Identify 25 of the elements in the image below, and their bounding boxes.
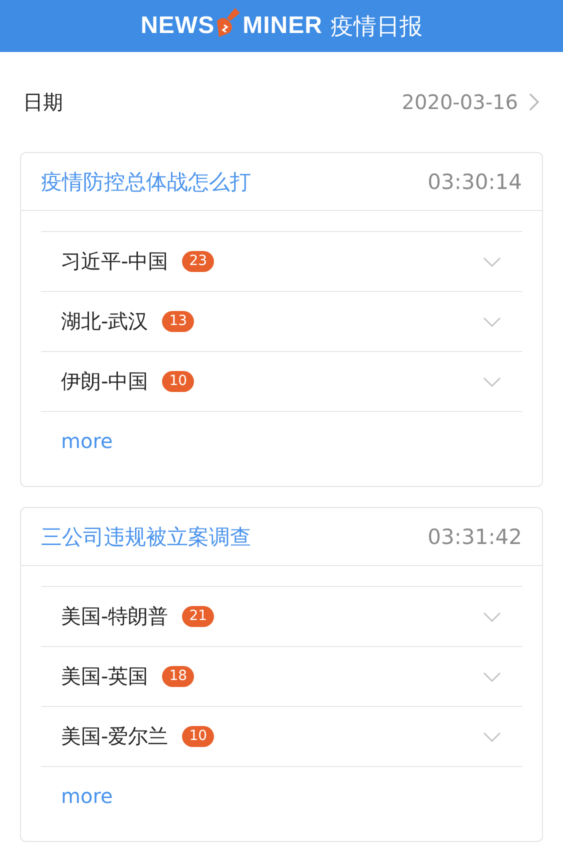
- logo-text: MINER: [242, 12, 322, 40]
- chevron-down-icon: [482, 730, 502, 742]
- topic-time: 03:31:42: [428, 524, 522, 548]
- count-badge: 13: [162, 311, 194, 332]
- chevron-down-icon: [482, 316, 502, 328]
- count-badge: 10: [182, 726, 214, 747]
- count-badge: 21: [182, 606, 214, 627]
- chevron-right-icon: [528, 92, 540, 112]
- topic-time: 03:30:14: [428, 170, 522, 194]
- list-item[interactable]: 美国-英国 18: [41, 646, 522, 706]
- logo-text: NEWS: [140, 12, 215, 40]
- list-item[interactable]: 湖北-武汉 13: [41, 291, 522, 351]
- list-item[interactable]: 伊朗-中国 10: [41, 351, 522, 411]
- chevron-down-icon: [482, 670, 502, 682]
- list-item[interactable]: 美国-爱尔兰 10: [41, 706, 522, 766]
- list-item[interactable]: 习近平-中国 23: [41, 231, 522, 291]
- chevron-down-icon: [482, 610, 502, 622]
- count-badge: 23: [182, 251, 214, 272]
- chevron-down-icon: [482, 256, 502, 268]
- count-badge: 10: [162, 371, 194, 392]
- header-title: 疫情日报: [330, 12, 422, 42]
- count-badge: 18: [162, 666, 194, 687]
- date-label: 日期: [23, 88, 63, 116]
- chevron-down-icon: [482, 376, 502, 388]
- list-item[interactable]: 美国-特朗普 21: [41, 586, 522, 646]
